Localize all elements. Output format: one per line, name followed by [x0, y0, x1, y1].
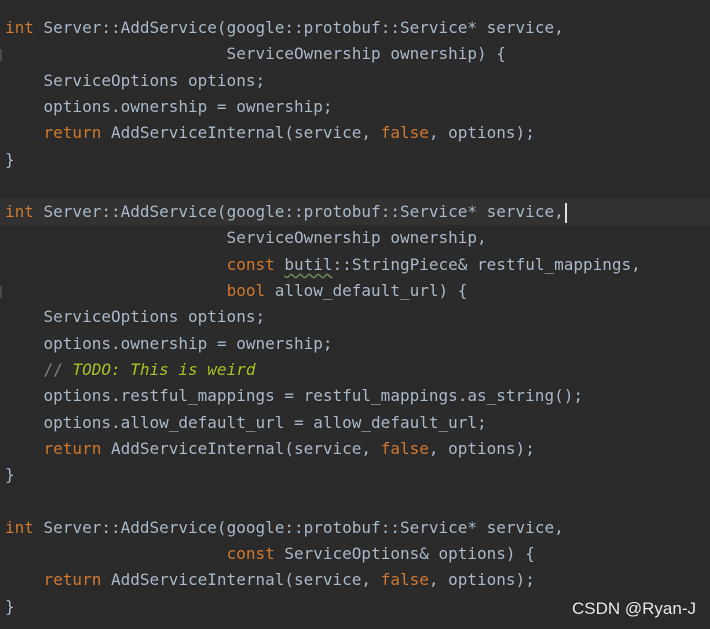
code-line[interactable]: return AddServiceInternal(service, false… [0, 120, 710, 146]
keyword-token: return [43, 570, 102, 590]
keyword-token: return [43, 123, 102, 143]
keyword-token: return [43, 438, 102, 458]
code-line[interactable]: int Server::AddService(google::protobuf:… [0, 15, 710, 41]
code-line[interactable]: options.restful_mappings = restful_mappi… [0, 383, 710, 409]
code-line[interactable]: // TODO: This is weird [0, 357, 710, 383]
keyword-token: int [5, 202, 34, 222]
code-token: Server::AddService(google::protobuf::Ser… [33, 202, 564, 222]
code-line[interactable]: const ServiceOptions& options) { [0, 541, 710, 567]
keyword-token: false [380, 438, 429, 458]
keyword-token: false [380, 123, 429, 143]
comment-token: // [43, 359, 73, 379]
keyword-token: false [380, 570, 429, 590]
code-token: } [5, 596, 15, 616]
code-line[interactable]: ServiceOwnership ownership) { [0, 41, 710, 67]
code-line[interactable]: ServiceOptions options; [0, 304, 710, 330]
code-token: ServiceOptions options; [5, 70, 266, 90]
code-token: options.allow_default_url = allow_defaul… [5, 412, 487, 432]
text-caret [564, 202, 567, 223]
code-line[interactable]: options.ownership = ownership; [0, 331, 710, 357]
code-token: , options); [428, 438, 535, 458]
code-token: options.ownership = ownership; [5, 96, 333, 116]
fold-marker-icon[interactable] [0, 286, 2, 298]
code-token: ServiceOptions& options) { [274, 544, 535, 563]
fold-marker-icon[interactable] [0, 49, 2, 62]
code-line[interactable]: } [0, 147, 710, 173]
code-token: AddServiceInternal(service, [101, 123, 381, 143]
code-token: AddServiceInternal(service, [101, 570, 381, 590]
code-token: options.restful_mappings = restful_mappi… [5, 386, 583, 406]
namespace-token: butil [284, 254, 333, 274]
watermark-label: CSDN @Ryan-J [572, 599, 696, 618]
code-line[interactable]: return AddServiceInternal(service, false… [0, 567, 710, 593]
todo-comment-token: TODO: This is weird [72, 359, 256, 379]
code-token: ServiceOwnership ownership) { [5, 44, 506, 64]
keyword-token: const [226, 254, 275, 274]
keyword-token: int [5, 18, 34, 37]
code-line[interactable]: ServiceOwnership ownership, [0, 225, 710, 251]
code-token: } [5, 465, 15, 485]
keyword-token: bool [226, 281, 266, 300]
code-line[interactable]: const butil::StringPiece& restful_mappin… [0, 252, 710, 278]
code-line[interactable]: options.ownership = ownership; [0, 94, 710, 120]
code-token: ::StringPiece& restful_mappings, [332, 254, 641, 274]
code-line[interactable]: return AddServiceInternal(service, false… [0, 436, 710, 462]
code-editor[interactable]: } return AddServiceInternal(service, fal… [0, 0, 710, 629]
code-token: ServiceOptions options; [5, 307, 266, 327]
code-line[interactable]: bool allow_default_url) { [0, 278, 710, 304]
code-line[interactable]: int Server::AddService(google::protobuf:… [0, 199, 710, 226]
code-token: } [5, 149, 15, 169]
code-line[interactable]: options.allow_default_url = allow_defaul… [0, 410, 710, 436]
keyword-token: int [5, 517, 34, 537]
code-token: AddServiceInternal(service, [101, 438, 381, 458]
code-token: Server::AddService(google::protobuf::Ser… [33, 517, 564, 537]
code-line[interactable]: int Server::AddService(google::protobuf:… [0, 515, 710, 541]
code-token: , options); [428, 123, 535, 143]
code-token: allow_default_url) { [265, 281, 468, 300]
code-token: options.ownership = ownership; [5, 333, 333, 353]
keyword-token: const [226, 544, 275, 563]
code-line[interactable]: ServiceOptions options; [0, 68, 710, 94]
code-token: ServiceOwnership ownership, [5, 228, 487, 248]
code-line[interactable] [0, 488, 710, 514]
code-line[interactable]: } [0, 462, 710, 488]
code-token: Server::AddService(google::protobuf::Ser… [33, 18, 564, 37]
code-line[interactable] [0, 173, 710, 199]
code-token: , options); [428, 570, 535, 590]
